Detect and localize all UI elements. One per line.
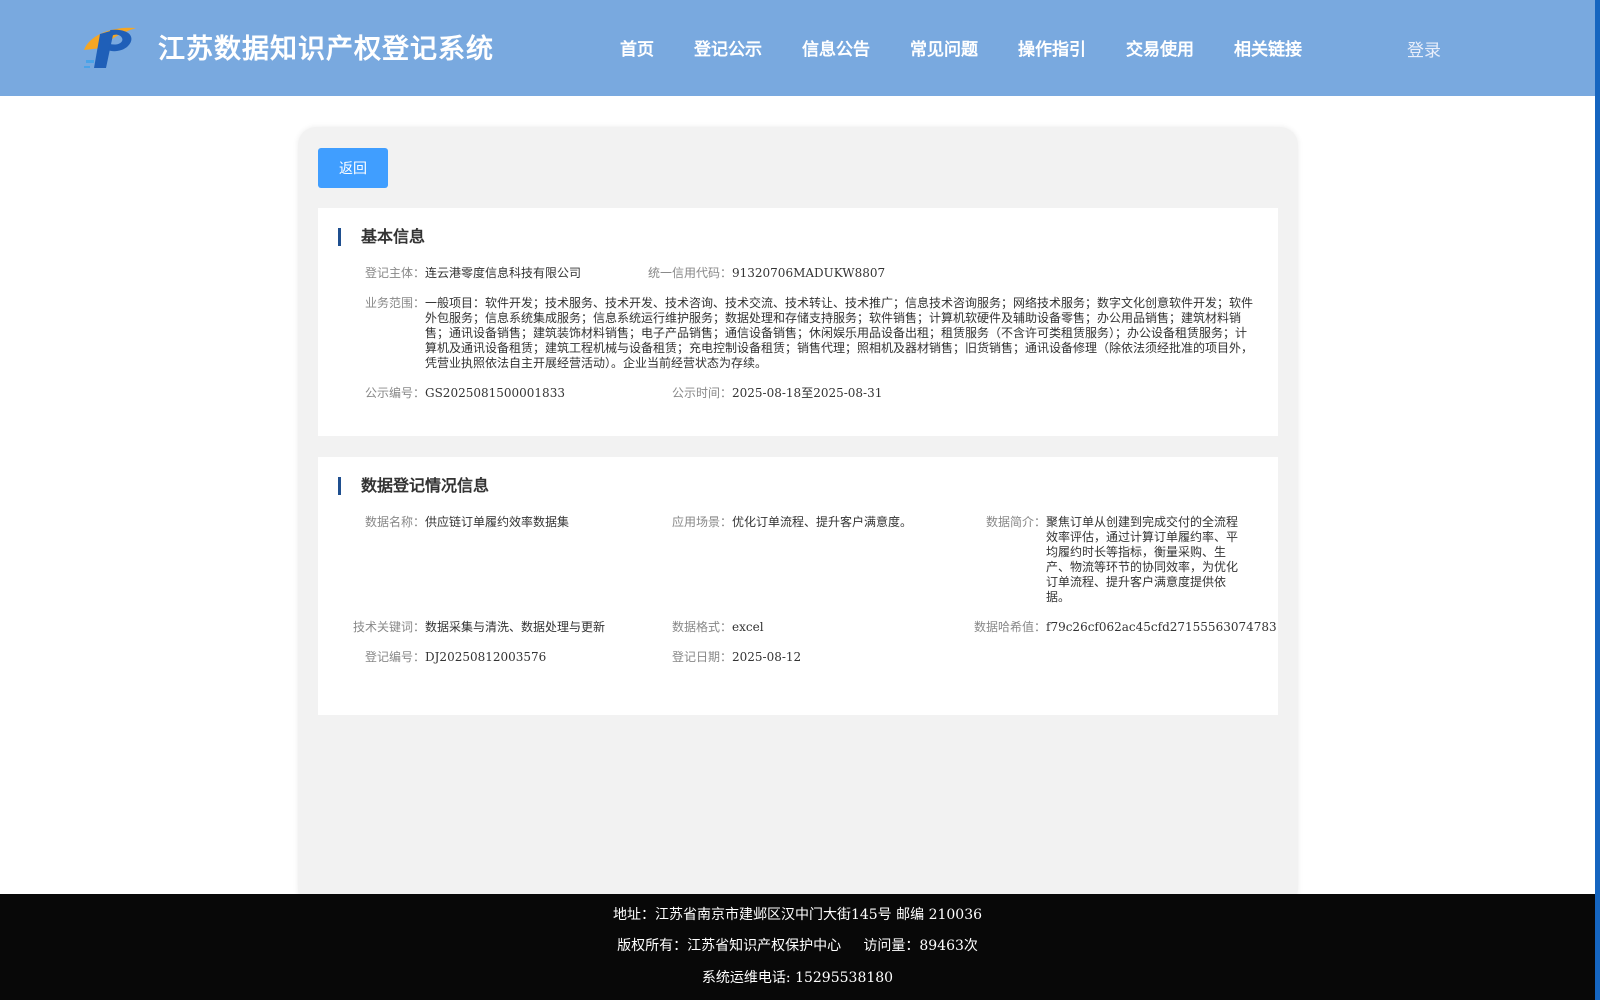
detail-panel: 返回 基本信息 登记主体： 连云港零度信息科技有限公司 统一信用代码： 9132… — [298, 127, 1298, 907]
tech-keyword-value: 数据采集与清洗、数据处理与更新 — [425, 620, 606, 634]
site-header: 江苏数据知识产权登记系统 首页 登记公示 信息公告 常见问题 操作指引 交易使用… — [0, 0, 1595, 96]
data-registration-title: 数据登记情况信息 — [338, 477, 489, 495]
site-footer: 地址：江苏省南京市建邺区汉中门大街145号 邮编 210036 版权所有：江苏省… — [0, 894, 1595, 1000]
publicity-time-label: 公示时间： — [671, 386, 732, 400]
scenario-value: 优化订单流程、提升客户满意度。 — [732, 515, 913, 529]
nav-item-announcements[interactable]: 信息公告 — [802, 35, 870, 60]
nav-item-registration-publicity[interactable]: 登记公示 — [694, 35, 762, 60]
data-hash-label: 数据哈希值： — [973, 620, 1046, 634]
data-name-value: 供应链订单履约效率数据集 — [425, 515, 570, 529]
nav-item-guide[interactable]: 操作指引 — [1018, 35, 1086, 60]
credit-code-label: 统一信用代码： — [647, 266, 732, 280]
site-title: 江苏数据知识产权登记系统 — [158, 34, 494, 65]
credit-code-value: 91320706MADUKW8807 — [732, 266, 886, 280]
data-registration-card: 数据登记情况信息 数据名称： 供应链订单履约效率数据集 应用场景： 优化订单流程… — [318, 457, 1278, 715]
nav-item-home[interactable]: 首页 — [620, 35, 654, 60]
nav-item-trade-use[interactable]: 交易使用 — [1126, 35, 1194, 60]
registration-no-label: 登记编号： — [364, 650, 425, 664]
publicity-no-label: 公示编号： — [364, 386, 425, 400]
basic-info-title: 基本信息 — [338, 228, 425, 246]
data-intro-label: 数据简介： — [985, 515, 1046, 529]
scope-label: 业务范围： — [364, 296, 425, 310]
publicity-time-value: 2025-08-18至2025-08-31 — [732, 386, 883, 400]
login-link[interactable]: 登录 — [1407, 36, 1441, 61]
basic-info-card: 基本信息 登记主体： 连云港零度信息科技有限公司 统一信用代码： 9132070… — [318, 208, 1278, 436]
tech-keyword-label: 技术关键词： — [352, 620, 425, 634]
data-name-label: 数据名称： — [364, 515, 425, 529]
data-intro-value: 聚焦订单从创建到完成交付的全流程效率评估，通过计算订单履约率、平均履约时长等指标… — [1046, 515, 1239, 604]
registration-date-label: 登记日期： — [671, 650, 732, 664]
back-button[interactable]: 返回 — [318, 148, 388, 188]
data-format-label: 数据格式： — [671, 620, 732, 634]
nav-item-links[interactable]: 相关链接 — [1234, 35, 1302, 60]
data-hash-value: f79c26cf062ac45cfd27155563074783 — [1046, 620, 1277, 634]
footer-phone: 系统运维电话: 15295538180 — [701, 970, 894, 986]
entity-label: 登记主体： — [364, 266, 425, 280]
registration-date-value: 2025-08-12 — [732, 650, 802, 664]
footer-address: 地址：江苏省南京市建邺区汉中门大街145号 邮编 210036 — [612, 907, 983, 923]
registration-no-value: DJ20250812003576 — [425, 650, 547, 664]
footer-copyright: 版权所有：江苏省知识产权保护中心 访问量：89463次 — [617, 938, 978, 954]
nav-item-faq[interactable]: 常见问题 — [910, 35, 978, 60]
main-nav: 首页 登记公示 信息公告 常见问题 操作指引 交易使用 相关链接 — [620, 35, 1342, 60]
scenario-label: 应用场景： — [671, 515, 732, 529]
site-logo-icon — [84, 27, 136, 68]
right-edge-strip — [1595, 0, 1600, 1000]
scope-value: 一般项目：软件开发；技术服务、技术开发、技术咨询、技术交流、技术转让、技术推广；… — [425, 296, 1254, 370]
data-format-value: excel — [732, 620, 764, 634]
